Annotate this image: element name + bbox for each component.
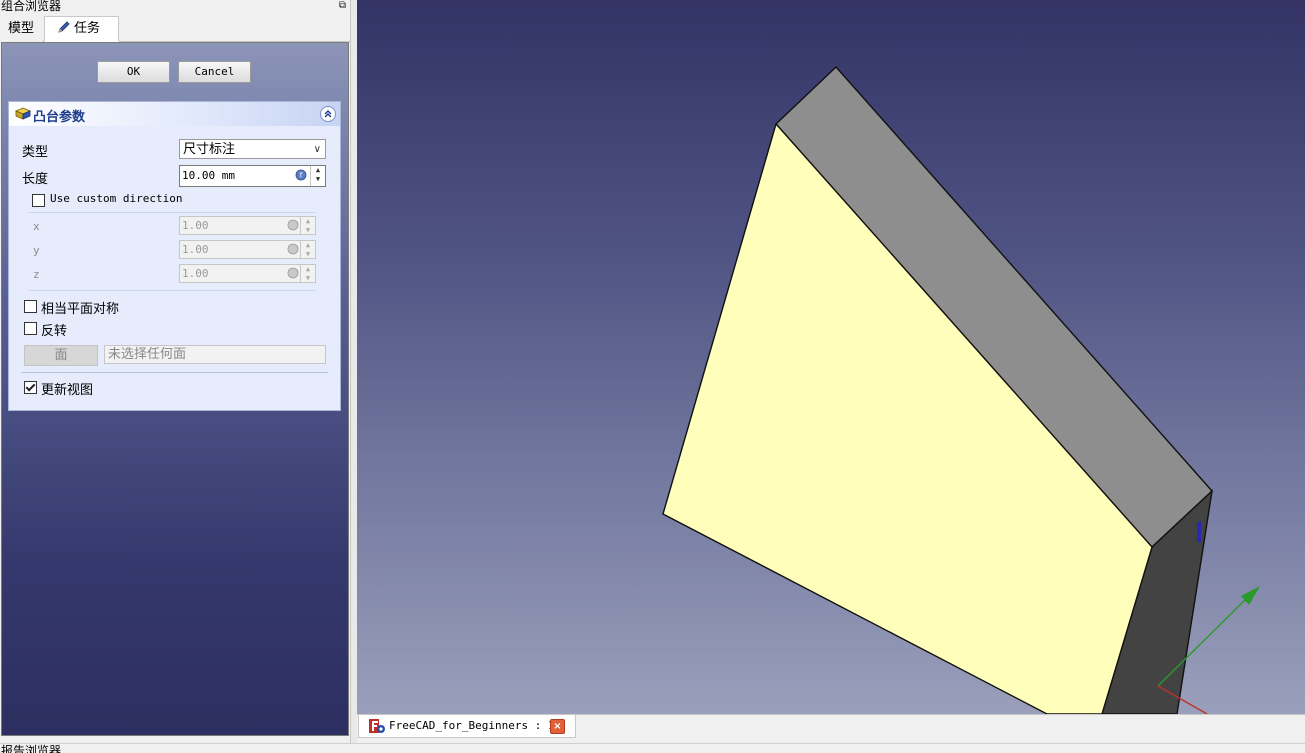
custom-direction-label: Use custom direction <box>50 192 183 205</box>
chevron-up-icon <box>324 110 332 118</box>
reversed-label: 反转 <box>41 324 68 339</box>
expression-icon[interactable]: f <box>295 169 307 181</box>
panel-title: 凸台参数 <box>33 110 86 125</box>
reversed-checkbox[interactable] <box>24 322 37 335</box>
tab-model[interactable]: 模型 <box>0 16 43 42</box>
3d-viewport[interactable] <box>357 0 1305 714</box>
divider <box>29 290 316 291</box>
document-tab-label: FreeCAD_for_Beginners : 1* <box>389 719 562 732</box>
x-spinbox[interactable]: 1.00 ▲ ▼ <box>179 216 316 235</box>
combo-view-title: 组合浏览器 <box>1 0 62 13</box>
chevron-down-icon: ∨ <box>313 144 321 155</box>
expression-icon <box>287 267 299 279</box>
symmetric-label: 相当平面对称 <box>41 302 120 317</box>
length-label: 长度 <box>22 172 49 187</box>
cancel-button[interactable]: Cancel <box>178 61 251 83</box>
close-icon[interactable]: × <box>550 719 565 734</box>
combo-tabs: 模型 任务 <box>0 15 350 42</box>
document-tabbar: FreeCAD_for_Beginners : 1* × <box>357 714 1305 739</box>
y-spinbox[interactable]: 1.00 ▲ ▼ <box>179 240 316 259</box>
length-stepper[interactable]: ▲ ▼ <box>310 166 325 186</box>
update-view-label: 更新视图 <box>41 383 94 398</box>
update-view-checkbox[interactable] <box>24 381 37 394</box>
axis-y-arrow <box>1241 586 1260 605</box>
pad-parameters-panel: 凸台参数 类型 尺寸标注 ∨ 长度 10.00 mm f ▲ ▼ Use cus… <box>8 101 341 411</box>
z-stepper[interactable]: ▲ ▼ <box>300 265 315 282</box>
expression-icon <box>287 219 299 231</box>
length-spinbox[interactable]: 10.00 mm f ▲ ▼ <box>179 165 326 187</box>
float-window-icon[interactable]: ⧉ <box>339 0 346 12</box>
face-field[interactable]: 未选择任何面 <box>104 345 326 364</box>
pencil-icon <box>58 21 70 33</box>
expression-icon <box>287 243 299 255</box>
splitter-handle[interactable] <box>350 0 357 743</box>
z-value: 1.00 <box>182 267 209 280</box>
document-tab[interactable]: FreeCAD_for_Beginners : 1* × <box>358 715 576 738</box>
panel-header[interactable]: 凸台参数 <box>9 102 340 126</box>
tab-task-label: 任务 <box>74 21 101 36</box>
custom-direction-checkbox[interactable] <box>32 194 45 207</box>
y-stepper[interactable]: ▲ ▼ <box>300 241 315 258</box>
tab-task[interactable]: 任务 <box>44 16 119 42</box>
combo-view-titlebar: 组合浏览器 ⧉ <box>0 0 350 14</box>
face-button[interactable]: 面 <box>24 345 98 366</box>
type-select-value: 尺寸标注 <box>183 142 236 157</box>
z-label: z <box>33 268 40 281</box>
divider <box>21 372 328 373</box>
x-label: x <box>33 220 40 233</box>
type-select[interactable]: 尺寸标注 ∨ <box>179 139 326 159</box>
3d-scene <box>662 65 1260 714</box>
ok-button[interactable]: OK <box>97 61 170 83</box>
x-value: 1.00 <box>182 219 209 232</box>
freecad-logo-icon <box>369 719 385 733</box>
pad-icon <box>15 107 31 120</box>
task-panel-area: OK Cancel 凸台参数 类型 尺寸标注 ∨ 长度 10.00 mm f ▲… <box>1 42 349 736</box>
tab-model-label: 模型 <box>8 21 35 36</box>
x-stepper[interactable]: ▲ ▼ <box>300 217 315 234</box>
divider <box>29 212 316 213</box>
collapse-button[interactable] <box>320 106 336 122</box>
z-spinbox[interactable]: 1.00 ▲ ▼ <box>179 264 316 283</box>
type-label: 类型 <box>22 145 49 160</box>
y-value: 1.00 <box>182 243 209 256</box>
y-label: y <box>33 244 40 257</box>
symmetric-checkbox[interactable] <box>24 300 37 313</box>
combo-view: 组合浏览器 ⧉ 模型 任务 OK Cancel 凸台参数 类型 尺寸标注 ∨ 长… <box>0 0 350 743</box>
length-value: 10.00 mm <box>182 169 235 182</box>
axis-z-marker <box>1197 522 1201 542</box>
